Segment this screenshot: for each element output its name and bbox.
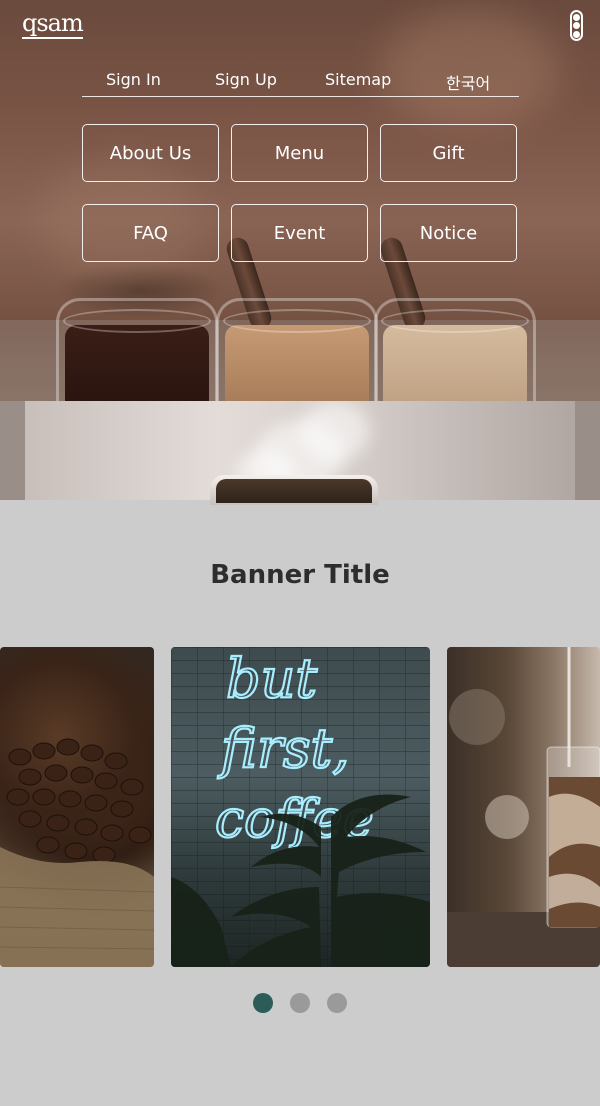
iced-coffee-image [447, 647, 600, 967]
sign-up-link[interactable]: Sign Up [215, 70, 277, 89]
language-link[interactable]: 한국어 [446, 70, 490, 94]
hero-section: qsam Sign In Sign Up Sitemap 한국어 About U… [0, 0, 600, 401]
carousel-card-coffee-beans[interactable] [0, 647, 154, 967]
top-navigation: Sign In Sign Up Sitemap 한국어 [82, 70, 519, 97]
menu-button[interactable]: Menu [231, 124, 368, 182]
about-us-button[interactable]: About Us [82, 124, 219, 182]
carousel-card-iced-coffee[interactable] [447, 647, 600, 967]
sitemap-link[interactable]: Sitemap [325, 70, 391, 89]
pagination-dot-2[interactable] [290, 993, 310, 1013]
coffee-cup-image [210, 475, 378, 505]
event-button[interactable]: Event [231, 204, 368, 262]
coffee-glass-image [374, 298, 536, 401]
faq-button[interactable]: FAQ [82, 204, 219, 262]
coffee-beans-image [0, 738, 154, 967]
carousel-card-neon-sign[interactable]: but first, coffee [171, 647, 430, 967]
kebab-menu-icon[interactable] [570, 10, 583, 41]
palm-plant-image [171, 794, 430, 967]
neon-sign-image: but first, coffee [171, 647, 430, 967]
neon-text: first, [217, 717, 349, 780]
site-logo[interactable]: qsam [22, 10, 84, 39]
sign-in-link[interactable]: Sign In [106, 70, 161, 89]
coffee-glass-image [56, 298, 218, 401]
gift-button[interactable]: Gift [380, 124, 517, 182]
coffee-glass-image [216, 298, 378, 401]
pagination-dot-3[interactable] [327, 993, 347, 1013]
pagination-dot-1[interactable] [253, 993, 273, 1013]
carousel-pagination [0, 993, 600, 1013]
banner-title: Banner Title [210, 560, 390, 590]
notice-button[interactable]: Notice [380, 204, 517, 262]
neon-text: but [226, 647, 317, 710]
